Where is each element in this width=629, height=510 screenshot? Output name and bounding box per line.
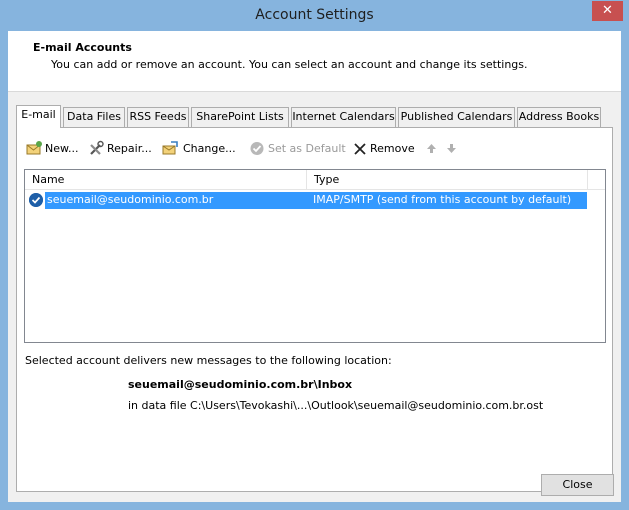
x-remove-icon <box>354 143 366 155</box>
delivery-data-file: in data file C:\Users\Tevokashi\...\Outl… <box>128 399 544 412</box>
header-description: You can add or remove an account. You ca… <box>51 58 528 71</box>
repair-button[interactable]: Repair... <box>88 138 160 160</box>
set-default-button[interactable]: Set as Default <box>249 138 346 160</box>
email-tab-panel: New... Repair... Change... Set as Defaul… <box>16 127 613 492</box>
tab-internet-calendars[interactable]: Internet Calendars <box>291 107 396 127</box>
tab-rss-feeds[interactable]: RSS Feeds <box>127 107 189 127</box>
delivery-intro: Selected account delivers new messages t… <box>25 354 392 367</box>
header-title: E-mail Accounts <box>33 41 132 54</box>
account-name-cell: seuemail@seudominio.com.br <box>45 192 307 209</box>
tab-email[interactable]: E-mail <box>16 105 61 128</box>
column-header-name[interactable]: Name <box>25 170 307 190</box>
column-header-type[interactable]: Type <box>307 170 588 190</box>
move-down-button[interactable] <box>443 138 459 160</box>
remove-button-label: Remove <box>370 142 415 155</box>
tab-address-books[interactable]: Address Books <box>517 107 601 127</box>
header-band: E-mail Accounts You can add or remove an… <box>8 31 621 92</box>
delivery-inbox-path: seuemail@seudominio.com.br\Inbox <box>128 378 353 391</box>
tab-sharepoint-lists[interactable]: SharePoint Lists <box>191 107 289 127</box>
change-account-icon <box>162 141 178 155</box>
window-title: Account Settings <box>255 7 374 23</box>
change-button[interactable]: Change... <box>162 138 242 160</box>
dialog-client-area: E-mail Accounts You can add or remove an… <box>8 31 621 502</box>
set-default-button-label: Set as Default <box>268 142 346 155</box>
list-header: Name Type <box>25 170 605 190</box>
tab-published-calendars[interactable]: Published Calendars <box>398 107 515 127</box>
default-account-check-icon <box>29 193 43 207</box>
new-button[interactable]: New... <box>25 138 85 160</box>
close-button[interactable]: Close <box>541 474 614 496</box>
tab-data-files[interactable]: Data Files <box>63 107 125 127</box>
arrow-up-icon <box>427 144 436 153</box>
account-type-cell: IMAP/SMTP (send from this account by def… <box>307 192 587 209</box>
move-up-button[interactable] <box>423 138 439 160</box>
repair-button-label: Repair... <box>107 142 152 155</box>
title-bar[interactable]: Account Settings ✕ <box>0 0 629 32</box>
window-close-button[interactable]: ✕ <box>592 1 623 21</box>
new-button-label: New... <box>45 142 79 155</box>
new-account-icon <box>26 141 42 155</box>
accounts-list[interactable]: Name Type seuemail@seudominio.com.br IMA… <box>24 169 606 343</box>
account-settings-window: Account Settings ✕ E-mail Accounts You c… <box>0 0 629 510</box>
check-circle-icon <box>250 142 264 155</box>
remove-button[interactable]: Remove <box>352 138 416 160</box>
repair-tools-icon <box>90 140 104 155</box>
arrow-down-icon <box>447 144 456 153</box>
table-row[interactable]: seuemail@seudominio.com.br IMAP/SMTP (se… <box>26 192 587 209</box>
change-button-label: Change... <box>183 142 236 155</box>
